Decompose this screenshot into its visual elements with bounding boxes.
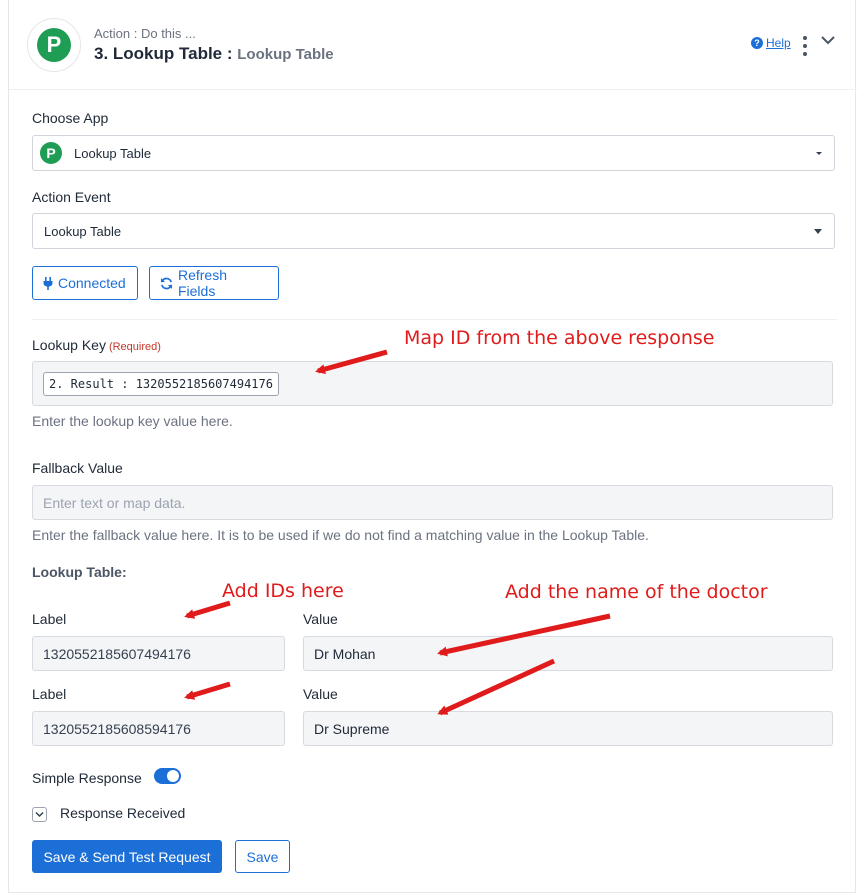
- section-divider: [32, 319, 837, 320]
- action-event-label: Action Event: [32, 189, 111, 205]
- annotation-add-ids: Add IDs here: [222, 580, 344, 602]
- refresh-fields-label: Refresh Fields: [177, 267, 227, 299]
- annotation-map-id: Map ID from the above response: [404, 327, 715, 349]
- fallback-value-hint: Enter the fallback value here. It is to …: [32, 527, 649, 543]
- choose-app-select[interactable]: P Lookup Table: [32, 135, 835, 171]
- required-badge: (Required): [108, 341, 161, 353]
- lookup-table-title: Lookup Table:: [32, 564, 127, 580]
- response-received-toggle[interactable]: [32, 807, 47, 822]
- help-label: Help: [766, 36, 791, 50]
- checkbox-chevron-icon: [35, 811, 44, 818]
- lookup-table-app-icon: P: [40, 142, 62, 164]
- step-subtitle: Action : Do this ...: [94, 26, 196, 41]
- mapped-value-pill[interactable]: 2. Result : 1320552185607494176: [43, 372, 279, 396]
- app-logo-ring: P: [27, 18, 81, 72]
- save-send-test-button[interactable]: Save & Send Test Request: [32, 840, 222, 873]
- label-column-header: Label: [32, 611, 67, 627]
- lookup-row-value-input[interactable]: Dr Mohan: [303, 636, 833, 671]
- refresh-fields-button[interactable]: Refresh Fields: [149, 266, 279, 300]
- app-icon-letter: P: [46, 145, 56, 161]
- choose-app-label: Choose App: [32, 110, 109, 126]
- fallback-value-input[interactable]: Enter text or map data.: [32, 485, 833, 520]
- chevron-down-icon[interactable]: [820, 34, 836, 46]
- help-icon: ?: [751, 37, 763, 49]
- kebab-menu-icon[interactable]: [801, 36, 809, 56]
- action-event-select[interactable]: Lookup Table: [32, 213, 835, 249]
- choose-app-value: Lookup Table: [74, 146, 152, 161]
- value-column-header: Value: [303, 686, 338, 702]
- annotation-add-name: Add the name of the doctor: [505, 581, 768, 603]
- lookup-key-field[interactable]: 2. Result : 1320552185607494176: [32, 361, 833, 406]
- action-event-value: Lookup Table: [44, 224, 122, 239]
- connected-label: Connected: [58, 275, 126, 291]
- step-title-sub: Lookup Table: [237, 46, 334, 63]
- action-step-card: P Action : Do this ... 3. Lookup Table :…: [8, 0, 857, 893]
- step-header[interactable]: P Action : Do this ... 3. Lookup Table :…: [9, 0, 857, 90]
- caret-down-icon: [816, 152, 822, 155]
- lookup-key-hint: Enter the lookup key value here.: [32, 413, 233, 429]
- lookup-key-label-text: Lookup Key: [32, 337, 106, 353]
- step-title: 3. Lookup Table : Lookup Table: [94, 44, 334, 64]
- step-title-main: 3. Lookup Table :: [94, 44, 233, 63]
- simple-response-toggle[interactable]: [154, 768, 181, 784]
- logo-letter: P: [46, 32, 62, 57]
- fallback-value-label: Fallback Value: [32, 460, 123, 476]
- pabbly-logo: P: [37, 28, 71, 62]
- value-column-header: Value: [303, 611, 338, 627]
- caret-down-icon: [814, 229, 822, 234]
- label-column-header: Label: [32, 686, 67, 702]
- lookup-row-label-input[interactable]: 1320552185608594176: [32, 711, 285, 746]
- lookup-row-value-input[interactable]: Dr Supreme: [303, 711, 833, 746]
- refresh-icon: [160, 277, 173, 289]
- response-received-label: Response Received: [60, 805, 186, 821]
- lookup-key-label: Lookup Key (Required): [32, 337, 161, 353]
- plug-icon: [43, 276, 53, 290]
- save-button[interactable]: Save: [235, 840, 290, 873]
- help-link[interactable]: ? Help: [751, 36, 791, 50]
- lookup-row-label-input[interactable]: 1320552185607494176: [32, 636, 285, 671]
- connected-button[interactable]: Connected: [32, 266, 138, 300]
- simple-response-label: Simple Response: [32, 770, 142, 786]
